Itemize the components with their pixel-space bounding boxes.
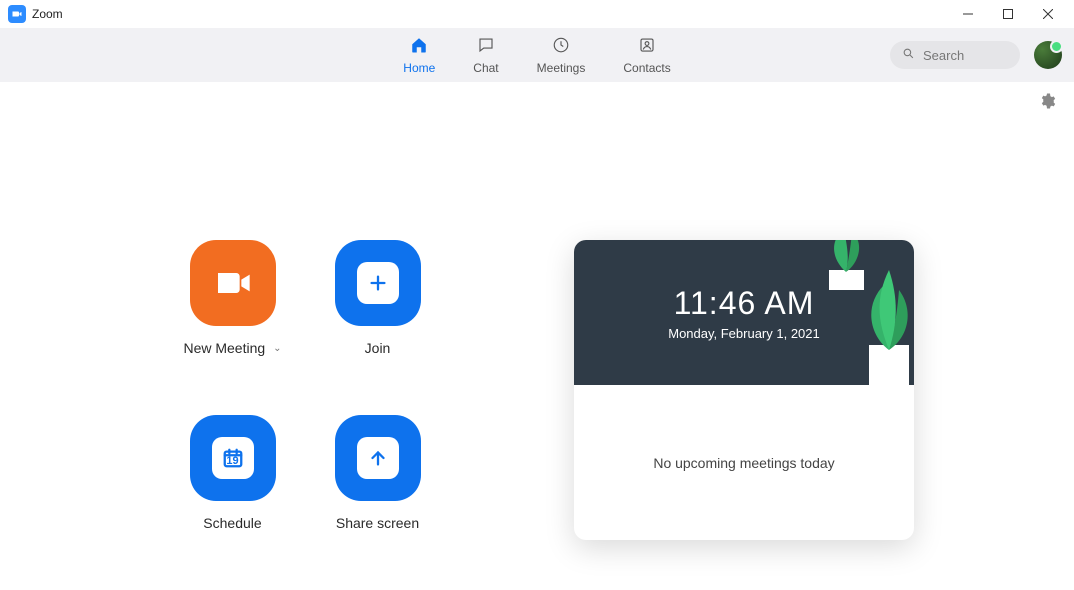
- calendar-day: 19: [226, 455, 238, 467]
- calendar-hero: 11:46 AM Monday, February 1, 2021: [574, 240, 914, 385]
- tab-label: Chat: [473, 61, 498, 75]
- arrow-up-icon: [357, 437, 399, 479]
- plant-decoration-icon: [814, 240, 874, 290]
- tab-label: Home: [403, 61, 435, 75]
- search-placeholder: Search: [923, 48, 964, 63]
- window-controls: [948, 0, 1068, 28]
- search-icon: [902, 47, 915, 63]
- join-button[interactable]: Join: [305, 240, 450, 365]
- tab-label: Meetings: [537, 61, 586, 75]
- schedule-button[interactable]: 19 Schedule: [160, 415, 305, 540]
- contacts-icon: [638, 36, 656, 57]
- title-bar-left: Zoom: [8, 5, 63, 23]
- window-title: Zoom: [32, 7, 63, 21]
- share-screen-button[interactable]: Share screen: [305, 415, 450, 540]
- actions-grid: New Meeting ⌄ Join 19 Schedule: [60, 240, 450, 540]
- nav-tabs: Home Chat Meetings Contacts: [403, 36, 670, 75]
- toolbar-right: Search: [890, 41, 1062, 69]
- close-button[interactable]: [1028, 0, 1068, 28]
- share-screen-label: Share screen: [336, 515, 419, 531]
- clock-icon: [552, 36, 570, 57]
- new-meeting-label: New Meeting: [183, 340, 265, 356]
- calendar-card: 11:46 AM Monday, February 1, 2021 No upc…: [574, 240, 914, 540]
- maximize-button[interactable]: [988, 0, 1028, 28]
- settings-button[interactable]: [1038, 92, 1056, 110]
- title-bar: Zoom: [0, 0, 1074, 28]
- settings-row: [0, 82, 1074, 110]
- top-toolbar: Home Chat Meetings Contacts Search: [0, 28, 1074, 82]
- profile-avatar[interactable]: [1034, 41, 1062, 69]
- no-meetings-text: No upcoming meetings today: [653, 455, 834, 471]
- tab-home[interactable]: Home: [403, 36, 435, 75]
- current-date: Monday, February 1, 2021: [668, 326, 820, 341]
- plus-icon: [357, 262, 399, 304]
- share-tile: [335, 415, 421, 501]
- tab-label: Contacts: [623, 61, 670, 75]
- minimize-button[interactable]: [948, 0, 988, 28]
- main-content: New Meeting ⌄ Join 19 Schedule: [0, 110, 1074, 540]
- calendar-icon: 19: [212, 437, 254, 479]
- video-icon: [190, 240, 276, 326]
- chevron-down-icon[interactable]: ⌄: [273, 343, 281, 354]
- zoom-logo-icon: [8, 5, 26, 23]
- new-meeting-button[interactable]: New Meeting ⌄: [160, 240, 305, 365]
- tab-contacts[interactable]: Contacts: [623, 36, 670, 75]
- schedule-tile: 19: [190, 415, 276, 501]
- tab-meetings[interactable]: Meetings: [537, 36, 586, 75]
- search-input[interactable]: Search: [890, 41, 1020, 69]
- join-label: Join: [365, 340, 391, 356]
- home-icon: [410, 36, 428, 57]
- current-time: 11:46 AM: [674, 285, 815, 322]
- action-label: New Meeting ⌄: [183, 340, 281, 356]
- schedule-label: Schedule: [203, 515, 261, 531]
- chat-icon: [477, 36, 495, 57]
- join-tile: [335, 240, 421, 326]
- tab-chat[interactable]: Chat: [473, 36, 498, 75]
- calendar-body: No upcoming meetings today: [574, 385, 914, 540]
